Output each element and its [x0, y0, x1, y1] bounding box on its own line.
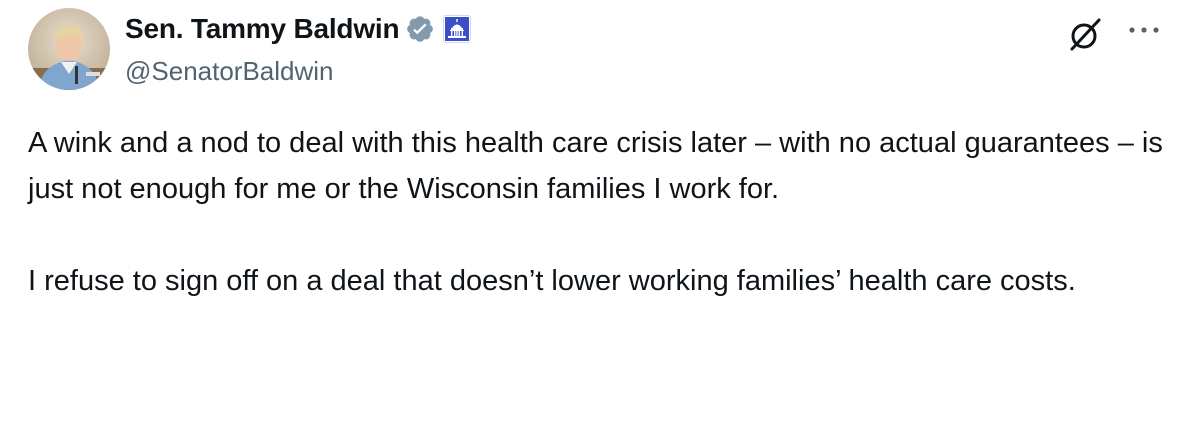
author-header: Sen. Tammy Baldwin @SenatorBaldwin — [125, 10, 472, 87]
avatar[interactable] — [28, 8, 110, 90]
us-capitol-icon[interactable] — [443, 15, 472, 43]
profile-photo — [28, 8, 110, 90]
tweet-text: A wink and a nod to deal with this healt… — [28, 120, 1168, 304]
name-row: Sen. Tammy Baldwin — [125, 10, 472, 48]
more-dots-icon[interactable] — [1124, 18, 1164, 42]
tweet-card: Sen. Tammy Baldwin @SenatorBaldwin A win… — [0, 0, 1192, 434]
tweet-paragraph-1: A wink and a nod to deal with this healt… — [28, 127, 1171, 205]
verified-badge-icon[interactable] — [405, 14, 435, 44]
grok-icon[interactable] — [1066, 14, 1106, 54]
tweet-paragraph-2: I refuse to sign off on a deal that does… — [28, 265, 1076, 297]
author-handle[interactable]: @SenatorBaldwin — [125, 56, 471, 87]
display-name[interactable]: Sen. Tammy Baldwin — [125, 13, 400, 45]
